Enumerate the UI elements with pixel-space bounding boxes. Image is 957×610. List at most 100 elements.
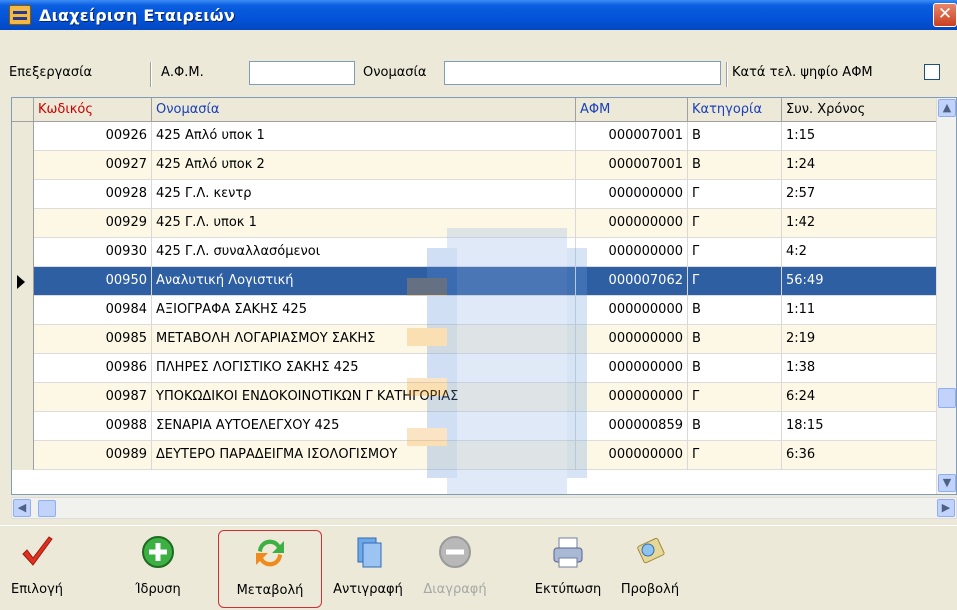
- header-name[interactable]: Ονομασία: [152, 98, 576, 122]
- cell-afm[interactable]: 000000000: [576, 441, 688, 470]
- cell-category[interactable]: Β: [688, 325, 782, 354]
- scroll-right-button[interactable]: ▶: [937, 499, 955, 517]
- cell-name[interactable]: 425 Απλό υποκ 2: [152, 151, 576, 180]
- table-row[interactable]: 00988 ΣΕΝΑΡΙΑ ΑΥΤΟΕΛΕΓΧΟΥ 425 000000859 Β 18…: [12, 412, 937, 441]
- cell-time[interactable]: 6:24: [782, 383, 937, 412]
- cell-category[interactable]: Γ: [688, 180, 782, 209]
- cell-code[interactable]: 00930: [34, 238, 152, 267]
- header-category[interactable]: Κατηγορία: [688, 98, 782, 122]
- cell-afm[interactable]: 000000000: [576, 209, 688, 238]
- cell-category[interactable]: Γ: [688, 383, 782, 412]
- cell-name[interactable]: 425 Γ.Λ. κεντρ: [152, 180, 576, 209]
- scroll-left-button[interactable]: ◀: [13, 499, 31, 517]
- cell-afm[interactable]: 000000000: [576, 325, 688, 354]
- edit-label[interactable]: Επεξεργασία: [9, 65, 92, 80]
- cell-time[interactable]: 1:24: [782, 151, 937, 180]
- cell-category[interactable]: Γ: [688, 441, 782, 470]
- cell-afm[interactable]: 000000000: [576, 383, 688, 412]
- cell-afm[interactable]: 000000000: [576, 296, 688, 325]
- view-button[interactable]: Προβολή: [612, 530, 688, 608]
- cell-time[interactable]: 1:15: [782, 122, 937, 151]
- table-row[interactable]: 00928 425 Γ.Λ. κεντρ 000000000 Γ 2:57: [12, 180, 937, 209]
- last-digit-checkbox[interactable]: [924, 64, 940, 80]
- copy-button[interactable]: Αντιγραφή: [323, 530, 413, 608]
- horizontal-scroll-thumb[interactable]: [38, 500, 56, 517]
- table-row[interactable]: 00989 ΔΕΥΤΕΡΟ ΠΑΡΑΔΕΙΓΜΑ ΙΣΟΛΟΓΙΣΜΟΥ 00000…: [12, 441, 937, 470]
- cell-code[interactable]: 00927: [34, 151, 152, 180]
- scroll-up-button[interactable]: ▲: [938, 99, 956, 117]
- cell-category[interactable]: Γ: [688, 267, 782, 296]
- cell-afm[interactable]: 000000000: [576, 180, 688, 209]
- table-row[interactable]: 00929 425 Γ.Λ. υποκ 1 000000000 Γ 1:42: [12, 209, 937, 238]
- cell-name[interactable]: ΜΕΤΑΒΟΛΗ ΛΟΓΑΡΙΑΣΜΟΥ ΣΑΚΗΣ: [152, 325, 576, 354]
- cell-code[interactable]: 00985: [34, 325, 152, 354]
- afm-label: Α.Φ.Μ.: [161, 65, 204, 80]
- close-button[interactable]: ✕: [933, 3, 957, 27]
- cell-time[interactable]: 1:42: [782, 209, 937, 238]
- cell-time[interactable]: 2:57: [782, 180, 937, 209]
- modify-button[interactable]: Μεταβολή: [218, 530, 322, 608]
- cell-time[interactable]: 6:36: [782, 441, 937, 470]
- table-row[interactable]: 00985 ΜΕΤΑΒΟΛΗ ΛΟΓΑΡΙΑΣΜΟΥ ΣΑΚΗΣ 000000000…: [12, 325, 937, 354]
- cell-name[interactable]: ΠΛΗΡΕΣ ΛΟΓΙΣΤΙΚΟ ΣΑΚΗΣ 425: [152, 354, 576, 383]
- cell-code[interactable]: 00928: [34, 180, 152, 209]
- cell-time[interactable]: 2:19: [782, 325, 937, 354]
- vertical-scrollbar[interactable]: ▲ ▼: [936, 98, 956, 494]
- row-indicator: [12, 325, 34, 354]
- table-row[interactable]: 00950 Αναλυτική Λογιστική 000007062 Γ 56:49: [12, 267, 937, 296]
- cell-time[interactable]: 1:11: [782, 296, 937, 325]
- create-button[interactable]: Ίδρυση: [126, 530, 190, 608]
- horizontal-scrollbar[interactable]: ◀ ▶: [11, 497, 957, 519]
- cell-code[interactable]: 00986: [34, 354, 152, 383]
- table-row[interactable]: 00986 ΠΛΗΡΕΣ ΛΟΓΙΣΤΙΚΟ ΣΑΚΗΣ 425 000000000…: [12, 354, 937, 383]
- cell-name[interactable]: ΥΠΟΚΩΔΙΚΟΙ ΕΝΔΟΚΟΙΝΟΤΙΚΩΝ Γ ΚΑΤΗΓΟΡΙΑΣ: [152, 383, 576, 412]
- delete-button[interactable]: Διαγραφή: [413, 530, 497, 608]
- cell-category[interactable]: Β: [688, 151, 782, 180]
- header-code[interactable]: Κωδικός: [34, 98, 152, 122]
- cell-category[interactable]: Β: [688, 296, 782, 325]
- table-row[interactable]: 00984 ΑΞΙΟΓΡΑΦΑ ΣΑΚΗΣ 425 000000000 Β 1:11: [12, 296, 937, 325]
- cell-code[interactable]: 00988: [34, 412, 152, 441]
- cell-code[interactable]: 00987: [34, 383, 152, 412]
- cell-name[interactable]: ΔΕΥΤΕΡΟ ΠΑΡΑΔΕΙΓΜΑ ΙΣΟΛΟΓΙΣΜΟΥ: [152, 441, 576, 470]
- companies-grid[interactable]: Κωδικός Ονομασία ΑΦΜ Κατηγορία Συν. Χρόν…: [11, 97, 957, 495]
- afm-input[interactable]: [249, 61, 355, 85]
- cell-code[interactable]: 00989: [34, 441, 152, 470]
- scroll-down-button[interactable]: ▼: [938, 474, 956, 492]
- table-row[interactable]: 00927 425 Απλό υποκ 2 000007001 Β 1:24: [12, 151, 937, 180]
- cell-category[interactable]: Γ: [688, 238, 782, 267]
- header-afm[interactable]: ΑΦΜ: [576, 98, 688, 122]
- cell-name[interactable]: 425 Απλό υποκ 1: [152, 122, 576, 151]
- select-button[interactable]: Επιλογή: [4, 530, 70, 608]
- cell-time[interactable]: 1:38: [782, 354, 937, 383]
- table-row[interactable]: 00930 425 Γ.Λ. συναλλασόμενοι 000000000 Γ 4:…: [12, 238, 937, 267]
- cell-afm[interactable]: 000000000: [576, 238, 688, 267]
- cell-afm[interactable]: 000007001: [576, 122, 688, 151]
- cell-afm[interactable]: 000007001: [576, 151, 688, 180]
- cell-time[interactable]: 18:15: [782, 412, 937, 441]
- cell-afm[interactable]: 000000859: [576, 412, 688, 441]
- cell-category[interactable]: Β: [688, 354, 782, 383]
- cell-name[interactable]: ΑΞΙΟΓΡΑΦΑ ΣΑΚΗΣ 425: [152, 296, 576, 325]
- cell-code[interactable]: 00926: [34, 122, 152, 151]
- cell-afm[interactable]: 000000000: [576, 354, 688, 383]
- cell-name[interactable]: Αναλυτική Λογιστική: [152, 267, 576, 296]
- table-row[interactable]: 00926 425 Απλό υποκ 1 000007001 Β 1:15: [12, 122, 937, 151]
- cell-afm[interactable]: 000007062: [576, 267, 688, 296]
- vertical-scroll-thumb[interactable]: [938, 388, 956, 408]
- cell-time[interactable]: 4:2: [782, 238, 937, 267]
- cell-code[interactable]: 00929: [34, 209, 152, 238]
- name-input[interactable]: [444, 61, 721, 85]
- cell-category[interactable]: Γ: [688, 209, 782, 238]
- cell-name[interactable]: 425 Γ.Λ. συναλλασόμενοι: [152, 238, 576, 267]
- cell-code[interactable]: 00984: [34, 296, 152, 325]
- cell-time[interactable]: 56:49: [782, 267, 937, 296]
- cell-code[interactable]: 00950: [34, 267, 152, 296]
- cell-category[interactable]: Β: [688, 412, 782, 441]
- cell-name[interactable]: ΣΕΝΑΡΙΑ ΑΥΤΟΕΛΕΓΧΟΥ 425: [152, 412, 576, 441]
- table-row[interactable]: 00987 ΥΠΟΚΩΔΙΚΟΙ ΕΝΔΟΚΟΙΝΟΤΙΚΩΝ Γ ΚΑΤΗΓΟΡ…: [12, 383, 937, 412]
- print-button[interactable]: Εκτύπωση: [530, 530, 606, 608]
- cell-name[interactable]: 425 Γ.Λ. υποκ 1: [152, 209, 576, 238]
- cell-category[interactable]: Β: [688, 122, 782, 151]
- header-time[interactable]: Συν. Χρόνος: [782, 98, 937, 122]
